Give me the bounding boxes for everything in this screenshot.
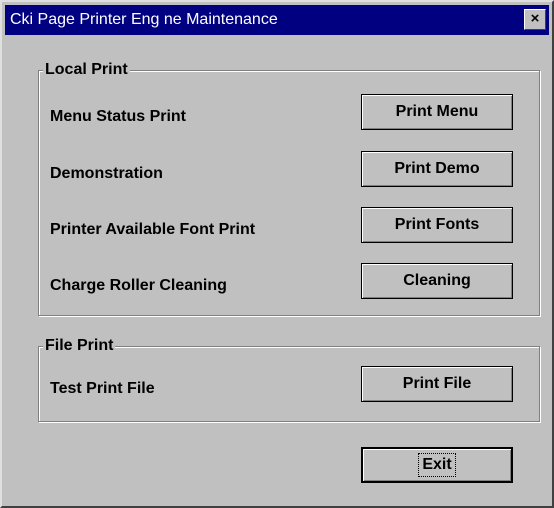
- exit-button[interactable]: Exit: [361, 447, 513, 483]
- local-print-legend: Local Print: [43, 60, 130, 80]
- close-icon: ×: [530, 10, 540, 27]
- close-button[interactable]: ×: [524, 9, 546, 30]
- file-print-legend: File Print: [43, 336, 116, 356]
- print-file-button[interactable]: Print File: [361, 366, 513, 402]
- demonstration-label: Demonstration: [50, 165, 163, 182]
- menu-status-print-label: Menu Status Print: [50, 108, 187, 125]
- available-font-print-label: Printer Available Font Print: [50, 221, 256, 238]
- cleaning-button[interactable]: Cleaning: [361, 263, 513, 299]
- charge-roller-cleaning-label: Charge Roller Cleaning: [50, 277, 227, 294]
- exit-button-label: Exit: [418, 453, 456, 477]
- print-fonts-button[interactable]: Print Fonts: [361, 207, 513, 243]
- maintenance-dialog: Cki Page Printer Eng ne Maintenance × Lo…: [0, 0, 554, 508]
- window-title: Cki Page Printer Eng ne Maintenance: [10, 11, 278, 28]
- print-menu-button[interactable]: Print Menu: [361, 94, 513, 130]
- print-demo-button[interactable]: Print Demo: [361, 151, 513, 187]
- title-bar[interactable]: Cki Page Printer Eng ne Maintenance ×: [5, 5, 549, 35]
- test-print-file-label: Test Print File: [50, 380, 155, 397]
